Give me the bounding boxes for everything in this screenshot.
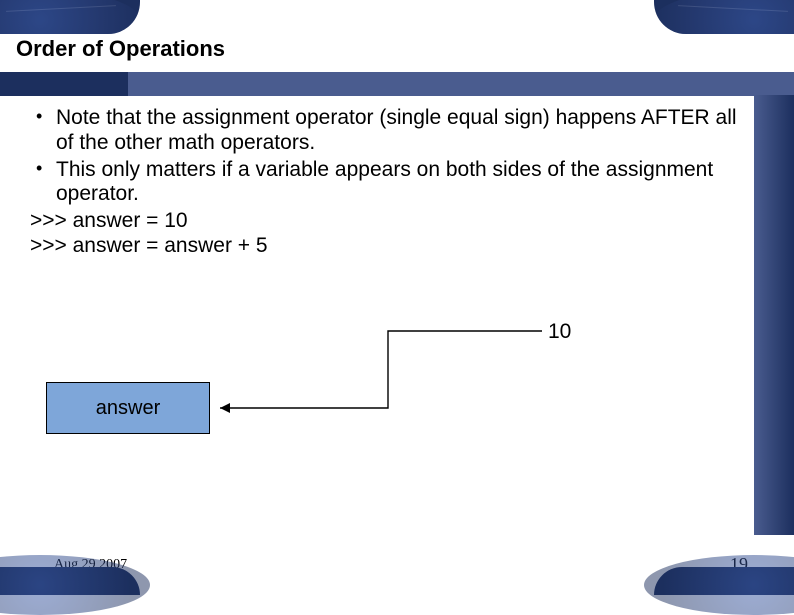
content-area: Note that the assignment operator (singl… bbox=[30, 106, 740, 259]
bullet-item: Note that the assignment operator (singl… bbox=[30, 106, 740, 156]
right-side-strip bbox=[754, 95, 794, 535]
slide: Order of Operations Note that the assign… bbox=[0, 0, 794, 595]
corner-top-left-decoration bbox=[0, 0, 140, 34]
slide-title: Order of Operations bbox=[16, 36, 225, 62]
corner-bottom-left-decoration bbox=[0, 567, 140, 595]
corner-bottom-right-decoration bbox=[654, 567, 794, 595]
title-bar-light bbox=[128, 72, 794, 96]
code-line: >>> answer = answer + 5 bbox=[30, 234, 740, 259]
variable-diagram: 10 answer bbox=[46, 320, 606, 460]
variable-box: answer bbox=[46, 382, 210, 434]
arrow-icon bbox=[210, 328, 560, 428]
corner-top-right-decoration bbox=[654, 0, 794, 34]
variable-name: answer bbox=[96, 397, 160, 420]
bullet-item: This only matters if a variable appears … bbox=[30, 158, 740, 208]
code-line: >>> answer = 10 bbox=[30, 209, 740, 234]
